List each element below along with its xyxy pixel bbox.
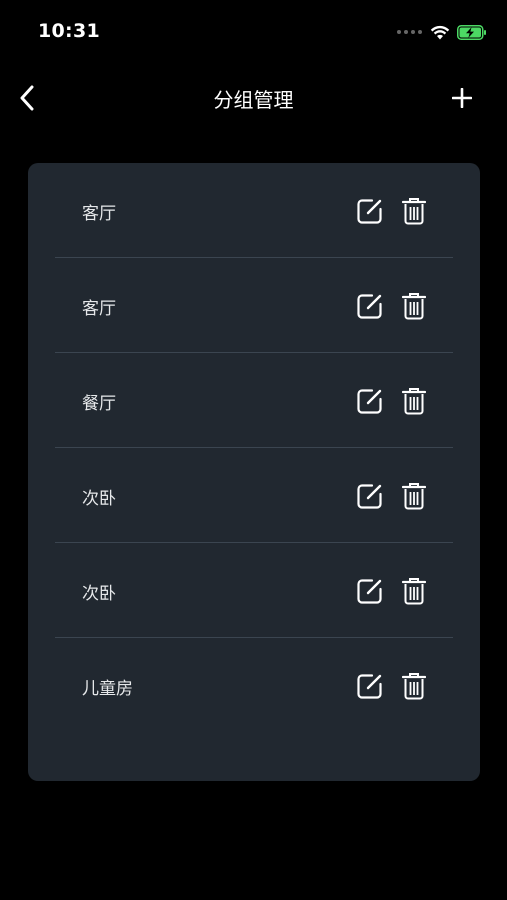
group-row[interactable]: 次卧 [55, 448, 453, 543]
delete-button[interactable] [401, 196, 427, 226]
group-row[interactable]: 客厅 [55, 258, 453, 353]
cellular-signal-icon [397, 30, 422, 34]
edit-button[interactable] [355, 197, 383, 225]
edit-button[interactable] [355, 577, 383, 605]
group-name: 次卧 [82, 584, 116, 604]
delete-button[interactable] [401, 291, 427, 321]
edit-button[interactable] [355, 672, 383, 700]
edit-button[interactable] [355, 482, 383, 510]
trash-icon [402, 293, 426, 320]
battery-charging-icon [457, 24, 486, 40]
group-name: 客厅 [82, 204, 116, 224]
status-icons [397, 22, 487, 42]
group-name: 次卧 [82, 489, 116, 509]
group-name: 餐厅 [82, 394, 116, 414]
edit-icon [356, 388, 382, 414]
trash-icon [402, 388, 426, 415]
group-row[interactable]: 客厅 [55, 163, 453, 258]
edit-icon [356, 293, 382, 319]
edit-icon [356, 198, 382, 224]
delete-button[interactable] [401, 386, 427, 416]
status-bar: 10:31 [0, 0, 507, 64]
group-list-card: 客厅 客厅 餐厅 次卧 次卧 儿童房 [28, 163, 480, 781]
group-list: 客厅 客厅 餐厅 次卧 次卧 儿童房 [28, 163, 480, 733]
group-row[interactable]: 餐厅 [55, 353, 453, 448]
edit-icon [356, 578, 382, 604]
trash-icon [402, 198, 426, 225]
group-name: 客厅 [82, 299, 116, 319]
edit-icon [356, 673, 382, 699]
trash-icon [402, 578, 426, 605]
delete-button[interactable] [401, 481, 427, 511]
nav-bar: 分组管理 [0, 72, 507, 124]
wifi-icon [430, 25, 450, 39]
edit-icon [356, 483, 382, 509]
status-time: 10:31 [38, 20, 100, 42]
trash-icon [402, 483, 426, 510]
plus-icon [452, 88, 472, 108]
page-title: 分组管理 [213, 88, 294, 112]
group-name: 儿童房 [82, 679, 133, 699]
edit-button[interactable] [355, 387, 383, 415]
delete-button[interactable] [401, 671, 427, 701]
delete-button[interactable] [401, 576, 427, 606]
trash-icon [402, 673, 426, 700]
group-row[interactable]: 次卧 [55, 543, 453, 638]
edit-button[interactable] [355, 292, 383, 320]
add-group-button[interactable] [445, 81, 479, 115]
group-row[interactable]: 儿童房 [55, 638, 453, 733]
